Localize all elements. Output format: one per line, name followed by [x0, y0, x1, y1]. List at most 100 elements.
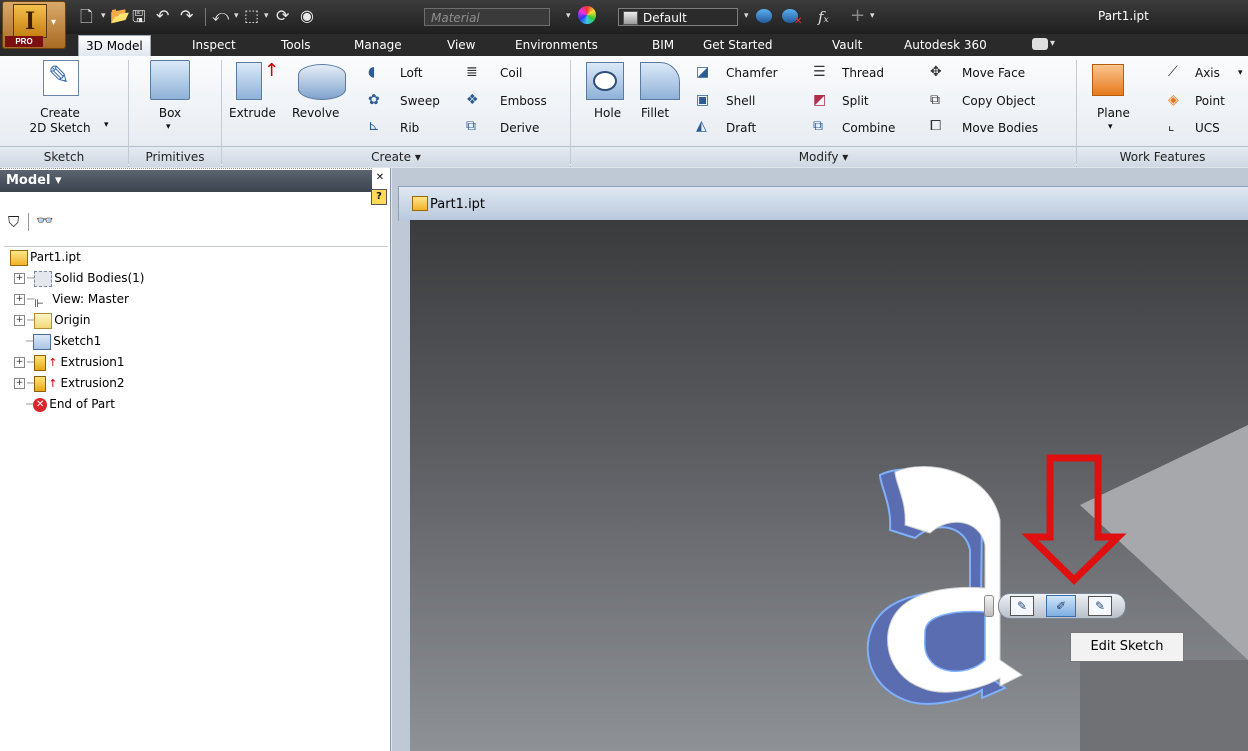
expand-icon[interactable]: + — [14, 294, 25, 305]
copy-object-button[interactable]: Copy Object — [962, 94, 1035, 108]
tab-manage[interactable]: Manage — [347, 36, 409, 54]
select-icon[interactable]: ⬚ — [244, 6, 259, 25]
extrude-button[interactable]: Extrude — [229, 106, 276, 121]
browser-toolbar: ⛉ 👓 — [4, 211, 384, 237]
help-icon[interactable]: ? — [371, 189, 387, 205]
tree-node-sketch1[interactable]: ─ Sketch1 — [4, 331, 388, 352]
tab-environments[interactable]: Environments — [508, 36, 605, 54]
tab-3d-model[interactable]: 3D Model — [78, 35, 151, 57]
edit-feature-icon[interactable]: ✎ — [1010, 596, 1034, 616]
plane-button[interactable]: Plane — [1097, 106, 1130, 121]
hole-button[interactable]: Hole — [594, 106, 621, 121]
fillet-button[interactable]: Fillet — [641, 106, 669, 121]
tree-node-end-of-part[interactable]: ─ ✕ End of Part — [4, 394, 388, 415]
select-dropdown-icon[interactable]: ▾ — [264, 11, 269, 21]
axis-button[interactable]: Axis — [1195, 66, 1220, 80]
appearance-dropdown[interactable]: Default — [618, 8, 738, 26]
fillet-icon[interactable] — [640, 62, 680, 100]
split-button[interactable]: Split — [842, 94, 869, 108]
qat-separator — [205, 8, 206, 26]
extrude-arrow-icon: ↑ — [264, 60, 280, 81]
tab-inspect[interactable]: Inspect — [185, 36, 243, 54]
tab-view[interactable]: View — [440, 36, 482, 54]
box-primitive-icon[interactable] — [150, 60, 190, 100]
panel-title-create[interactable]: Create ▾ — [222, 146, 570, 167]
move-face-button[interactable]: Move Face — [962, 66, 1025, 80]
create-sketch-chevron-icon[interactable]: ▾ — [104, 120, 109, 130]
return-icon[interactable]: ⤺ — [212, 6, 229, 26]
tree-node-part[interactable]: Part1.ipt — [4, 247, 388, 268]
browser-title[interactable]: Model ▾ — [0, 170, 372, 192]
viewport-scene — [866, 425, 1248, 751]
rib-button[interactable]: Rib — [400, 121, 419, 135]
emboss-button[interactable]: Emboss — [500, 94, 547, 108]
edit-sketch-icon[interactable]: ✐ — [1046, 595, 1076, 617]
open-file-icon[interactable]: 📂 — [110, 6, 130, 25]
draft-button[interactable]: Draft — [726, 121, 756, 135]
update-icon[interactable]: ⟳ — [276, 6, 289, 25]
expand-icon[interactable]: + — [14, 273, 25, 284]
expand-icon[interactable]: + — [14, 378, 25, 389]
revolve-button[interactable]: Revolve — [292, 106, 339, 121]
minimize-ribbon-icon[interactable] — [1032, 38, 1048, 50]
thread-button[interactable]: Thread — [842, 66, 884, 80]
chamfer-button[interactable]: Chamfer — [726, 66, 778, 80]
derive-button[interactable]: Derive — [500, 121, 539, 135]
customize-qat-icon[interactable]: ▾ — [870, 11, 875, 21]
box-chevron-icon[interactable]: ▾ — [166, 122, 171, 132]
sweep-button[interactable]: Sweep — [400, 94, 440, 108]
expand-icon[interactable]: + — [14, 357, 25, 368]
appearance-wheel-icon[interactable] — [578, 6, 596, 24]
extrude-icon[interactable] — [236, 62, 262, 100]
undo-icon[interactable]: ↶ — [156, 6, 169, 25]
material-chevron-icon[interactable]: ▾ — [566, 11, 571, 21]
tab-tools[interactable]: Tools — [274, 36, 318, 54]
mini-toolbar-grip[interactable] — [984, 595, 994, 617]
tab-bim[interactable]: BIM — [645, 36, 681, 54]
parameters-fx-icon[interactable]: 𝑓ₓ — [818, 8, 829, 26]
ucs-button[interactable]: UCS — [1195, 121, 1220, 135]
ribbon-options-chevron-icon[interactable]: ▾ — [1050, 38, 1055, 49]
return-dropdown-icon[interactable]: ▾ — [234, 11, 239, 21]
plane-chevron-icon[interactable]: ▾ — [1108, 122, 1113, 132]
material-dropdown[interactable]: Material — [424, 8, 550, 26]
redo-icon[interactable]: ↷ — [180, 6, 193, 25]
tree-node-view[interactable]: + ─⊩ View: Master — [4, 289, 388, 310]
filter-icon[interactable]: ⛉ — [8, 213, 19, 231]
appearance-chevron-icon[interactable]: ▾ — [744, 11, 749, 21]
graphics-viewport[interactable] — [410, 220, 1248, 751]
new-dropdown-icon[interactable]: ▾ — [101, 11, 106, 21]
appearance-value: Default — [643, 11, 687, 25]
create-sketch-icon[interactable]: ✎ — [1088, 596, 1112, 616]
application-menu-button[interactable]: I PRO ▾ — [2, 1, 66, 49]
panel-title-modify[interactable]: Modify ▾ — [571, 146, 1076, 167]
tab-get-started[interactable]: Get Started — [696, 36, 780, 54]
point-button[interactable]: Point — [1195, 94, 1225, 108]
coil-button[interactable]: Coil — [500, 66, 522, 80]
measure-plus-icon[interactable]: + — [850, 5, 865, 26]
close-icon[interactable]: ✕ — [372, 172, 388, 183]
revolve-icon[interactable] — [298, 64, 346, 100]
loft-button[interactable]: Loft — [400, 66, 423, 80]
tree-node-origin[interactable]: + ─ Origin — [4, 310, 388, 331]
combine-button[interactable]: Combine — [842, 121, 895, 135]
save-icon[interactable]: 🖫 — [132, 6, 146, 33]
create-sketch-icon[interactable]: ✎ — [43, 60, 79, 96]
create-2d-sketch-button[interactable]: Create 2D Sketch — [10, 106, 110, 136]
adjust-appearance-icon[interactable] — [756, 9, 772, 23]
expand-icon[interactable]: + — [14, 315, 25, 326]
material-icon: ◉ — [300, 6, 314, 25]
new-file-icon[interactable]: 🗋 — [80, 6, 93, 33]
tree-node-extrusion2[interactable]: + ─ ↑ Extrusion2 — [4, 373, 388, 394]
move-bodies-button[interactable]: Move Bodies — [962, 121, 1038, 135]
tree-node-solid-bodies[interactable]: + ─ Solid Bodies(1) — [4, 268, 388, 289]
tree-node-extrusion1[interactable]: + ─ ↑ Extrusion1 — [4, 352, 388, 373]
tab-vault[interactable]: Vault — [825, 36, 869, 54]
box-button[interactable]: Box — [140, 106, 200, 121]
plane-icon[interactable] — [1092, 64, 1124, 96]
binoculars-icon[interactable]: 👓 — [36, 213, 53, 229]
hole-icon[interactable] — [586, 62, 624, 100]
shell-button[interactable]: Shell — [726, 94, 755, 108]
axis-chevron-icon[interactable]: ▾ — [1238, 68, 1243, 78]
tab-autodesk-360[interactable]: Autodesk 360 — [897, 36, 994, 54]
